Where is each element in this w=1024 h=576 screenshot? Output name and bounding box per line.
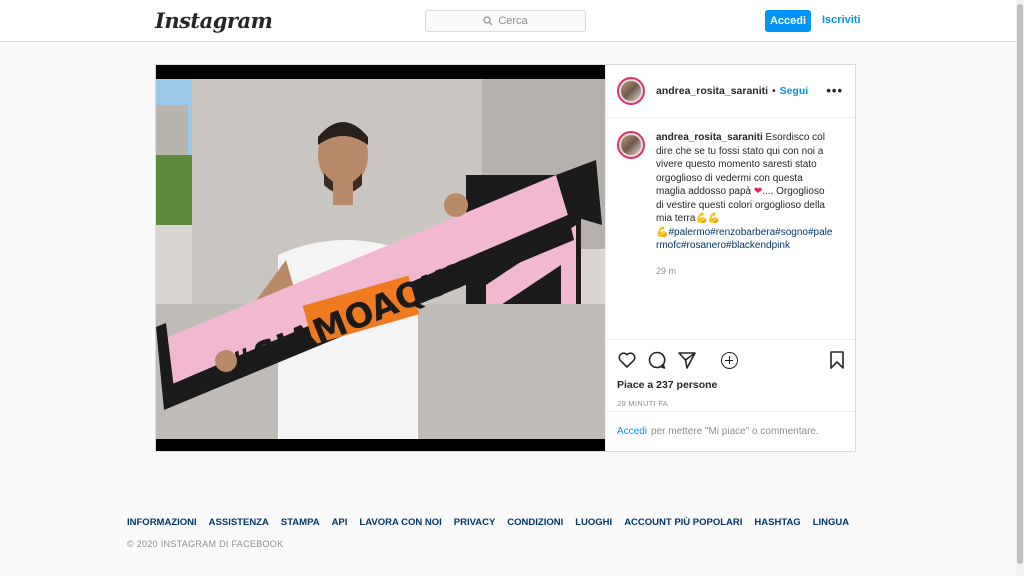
footer-link-lingua[interactable]: LINGUA (813, 517, 849, 528)
post-photo-image: #SIAMOAQUILE (156, 65, 605, 451)
follow-button[interactable]: Segui (780, 85, 809, 97)
comment-icon[interactable] (647, 350, 667, 370)
comments-section: andrea_rosita_saraniti Esordisco col dir… (606, 119, 855, 369)
top-navigation-bar: Instagram Cerca Accedi Iscriviti (0, 0, 1024, 42)
search-placeholder: Cerca (498, 15, 528, 27)
login-prompt: Accedi per mettere "Mi piace" o commenta… (606, 411, 855, 451)
post-timestamp: 29 MINUTI FA (617, 399, 669, 408)
share-icon[interactable] (677, 350, 697, 370)
like-icon[interactable] (617, 350, 637, 370)
scrollbar-thumb[interactable] (1017, 4, 1023, 564)
login-prompt-link[interactable]: Accedi (617, 426, 647, 437)
instagram-logo[interactable]: Instagram (155, 8, 273, 33)
footer-links: INFORMAZIONI ASSISTENZA STAMPA API LAVOR… (127, 517, 861, 528)
caption-hashtags[interactable]: #palermo#renzobarbera#sogno#palermofc#ro… (656, 227, 832, 252)
caption-avatar[interactable] (617, 131, 645, 159)
footer-link-lavora[interactable]: LAVORA CON NOI (359, 517, 441, 528)
avatar[interactable] (617, 77, 645, 105)
footer-link-assistenza[interactable]: ASSISTENZA (209, 517, 269, 528)
post-photo[interactable]: #SIAMOAQUILE (156, 65, 605, 451)
copyright: © 2020 INSTAGRAM DI FACEBOOK (127, 539, 284, 549)
action-icons (617, 350, 844, 372)
scrollbar[interactable] (1016, 0, 1024, 576)
post-actions: Piace a 237 persone 29 MINUTI FA (606, 339, 855, 411)
footer-link-api[interactable]: API (332, 517, 348, 528)
footer-link-luoghi[interactable]: LUOGHI (575, 517, 612, 528)
post-username[interactable]: andrea_rosita_saraniti (656, 85, 768, 97)
caption-text: andrea_rosita_saraniti Esordisco col dir… (656, 131, 834, 253)
muscle-emoji-icon-2: 💪 (656, 226, 669, 238)
muscle-emoji-icon: 💪💪 (695, 213, 721, 224)
heart-emoji-icon: ❤ (753, 186, 763, 197)
footer-link-hashtag[interactable]: HASHTAG (754, 517, 800, 528)
post-header: andrea_rosita_saraniti • Segui ••• (606, 65, 855, 118)
search-icon (483, 16, 493, 26)
more-options-icon[interactable]: ••• (826, 83, 843, 98)
post-card: #SIAMOAQUILE andrea_rosita_saraniti • Se… (155, 64, 856, 452)
separator-dot: • (772, 85, 776, 97)
comment-time: 29 m (656, 265, 677, 276)
footer-link-privacy[interactable]: PRIVACY (454, 517, 496, 528)
likes-count[interactable]: Piace a 237 persone (617, 379, 844, 391)
footer-link-account[interactable]: ACCOUNT PIÙ POPOLARI (624, 517, 742, 528)
save-bookmark-icon[interactable] (827, 350, 847, 370)
login-prompt-text: per mettere "Mi piace" o commentare. (651, 426, 819, 437)
footer-link-stampa[interactable]: STAMPA (281, 517, 320, 528)
footer-link-condizioni[interactable]: CONDIZIONI (507, 517, 563, 528)
caption-username[interactable]: andrea_rosita_saraniti (656, 132, 763, 143)
caption-comment: andrea_rosita_saraniti Esordisco col dir… (617, 131, 844, 253)
footer-link-informazioni[interactable]: INFORMAZIONI (127, 517, 197, 528)
signup-link[interactable]: Iscriviti (822, 14, 861, 26)
login-button[interactable]: Accedi (765, 10, 811, 32)
search-input[interactable]: Cerca (425, 10, 586, 32)
post-sidebar: andrea_rosita_saraniti • Segui ••• andre… (605, 65, 855, 451)
